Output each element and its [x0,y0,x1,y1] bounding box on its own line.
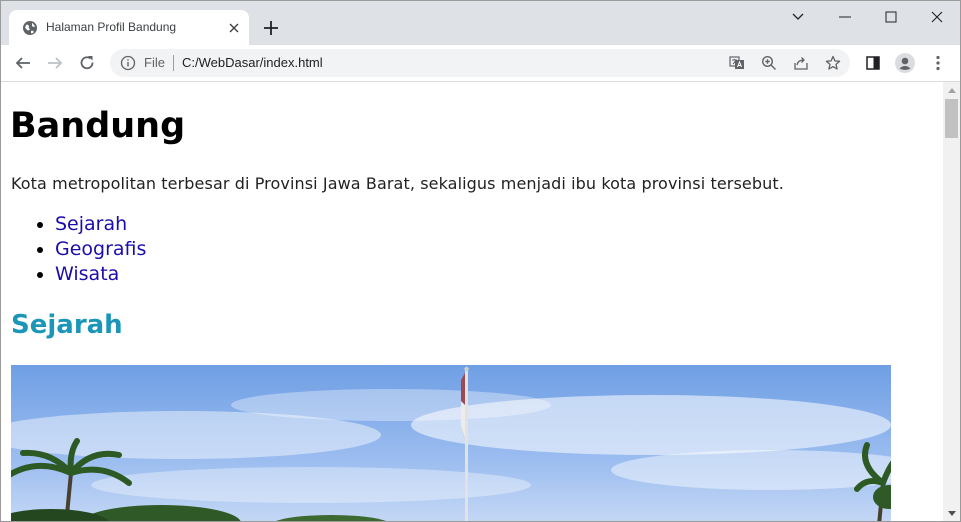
page-viewport: Bandung Kota metropolitan terbesar di Pr… [1,82,943,521]
nav-link-geografis[interactable]: Geografis [55,238,146,260]
scroll-thumb[interactable] [945,99,958,138]
list-item: Geografis [55,237,146,262]
close-tab-icon[interactable] [227,21,241,35]
list-item: Wisata [55,262,146,287]
close-window-icon[interactable] [914,1,960,33]
section-nav-list: Sejarah Geografis Wisata [11,212,146,287]
maximize-icon[interactable] [868,1,914,33]
translate-icon[interactable] [729,55,745,71]
address-bar[interactable]: File C:/WebDasar/index.html [110,49,850,77]
scroll-up-arrow-icon[interactable] [943,82,960,98]
more-menu-icon[interactable] [928,53,948,73]
tab-title: Halaman Profil Bandung [46,20,177,34]
list-item: Sejarah [55,212,146,237]
vertical-scrollbar[interactable] [943,82,960,521]
intro-paragraph: Kota metropolitan terbesar di Provinsi J… [11,174,784,193]
minimize-icon[interactable] [822,1,868,33]
zoom-icon[interactable] [761,55,777,71]
new-tab-icon[interactable] [261,18,281,38]
forward-arrow-icon[interactable] [45,53,65,73]
globe-icon [23,21,37,35]
side-panel-icon[interactable] [863,53,883,73]
bandung-photo [11,365,891,521]
tab-strip: Halaman Profil Bandung [1,1,960,45]
reload-icon[interactable] [77,53,97,73]
page-title: Bandung [10,106,186,146]
nav-link-sejarah[interactable]: Sejarah [55,213,127,235]
profile-avatar-icon[interactable] [895,53,915,73]
section-heading-sejarah: Sejarah [11,310,123,340]
scheme-label: File [144,55,165,70]
scroll-down-arrow-icon[interactable] [943,505,960,521]
url-text[interactable]: C:/WebDasar/index.html [182,55,323,70]
back-arrow-icon[interactable] [13,53,33,73]
star-bookmark-icon[interactable] [825,55,841,71]
browser-toolbar: File C:/WebDasar/index.html [1,45,960,82]
browser-window: Halaman Profil Bandung File C:/WebDasar/… [0,0,961,522]
share-icon[interactable] [793,55,809,71]
address-separator [173,55,174,71]
nav-link-wisata[interactable]: Wisata [55,263,119,285]
info-icon[interactable] [120,55,136,71]
tab-search-chevron-icon[interactable] [775,1,821,33]
active-tab[interactable]: Halaman Profil Bandung [9,10,249,45]
